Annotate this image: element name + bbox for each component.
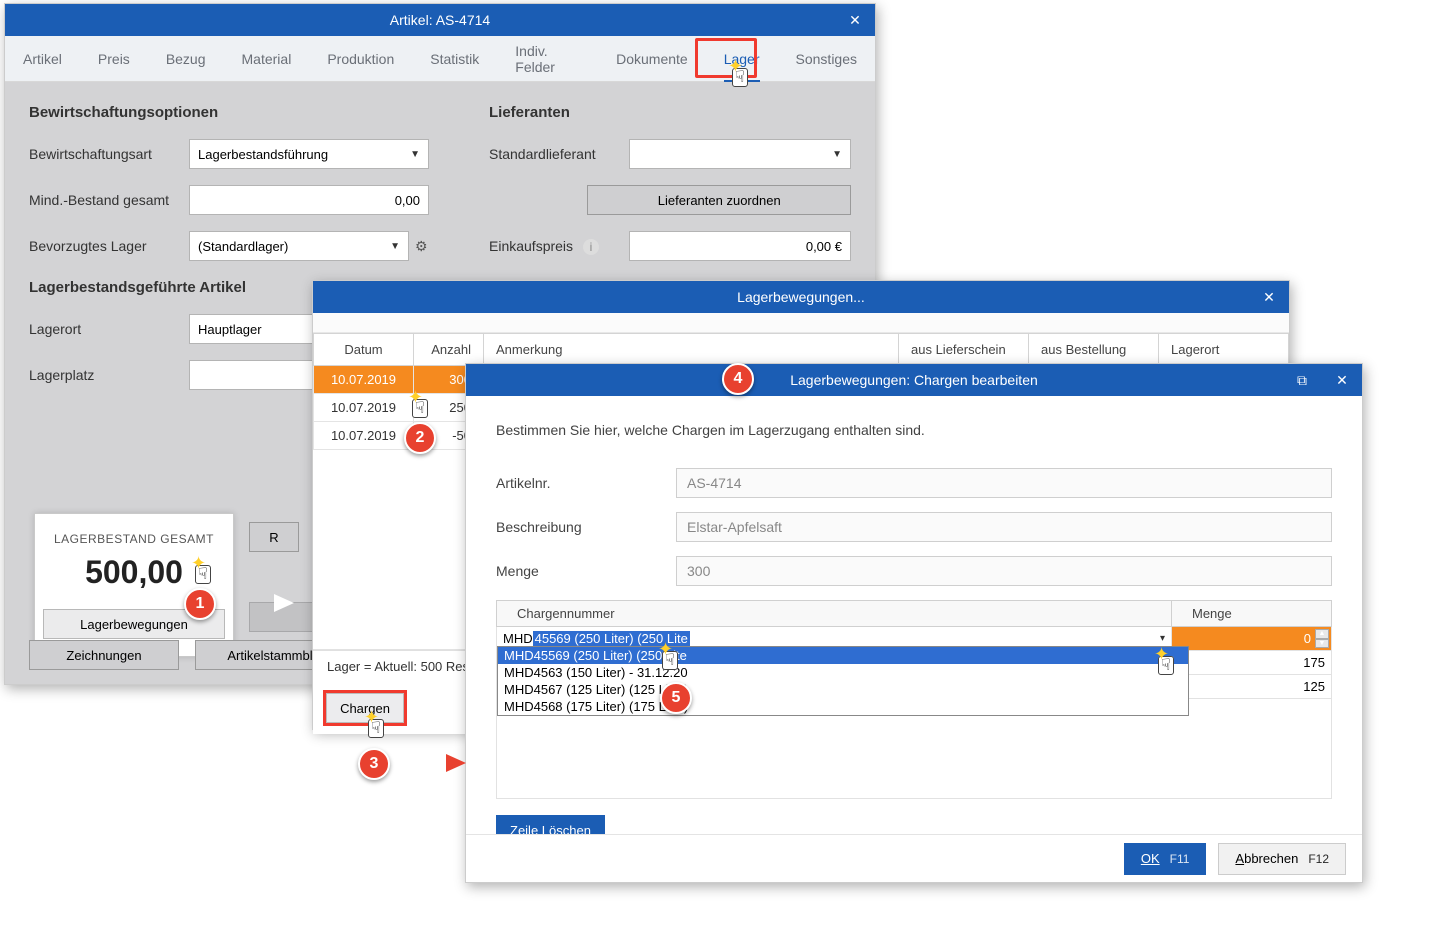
chevron-down-icon: ▼ [410, 149, 420, 160]
tab-indivfelder[interactable]: Indiv. Felder [497, 36, 598, 82]
label-bewirtschaftungsart: Bewirtschaftungsart [29, 146, 189, 162]
col-lieferschein[interactable]: aus Lieferschein [899, 334, 1029, 366]
dropdown-option[interactable]: MHD4567 (125 Liter) (125 Liter) [498, 681, 1188, 698]
chevron-down-icon: ▼ [832, 149, 842, 160]
field-artikelnr: AS-4714 [676, 468, 1332, 498]
popout-icon[interactable]: ⧉ [1282, 364, 1322, 396]
gear-icon[interactable]: ⚙ [415, 238, 428, 255]
annotation-1: 1 [184, 588, 216, 620]
value-ekpreis: 0,00 € [806, 239, 842, 254]
dropdown-option[interactable]: MHD4568 (175 Liter) (175 Liter) [498, 698, 1188, 715]
input-mindbestand[interactable]: 0,00 [189, 185, 429, 215]
lieferanten-zuordnen-button[interactable]: Lieferanten zuordnen [587, 185, 851, 215]
chargen-title: Lagerbewegungen: Chargen bearbeiten [790, 372, 1038, 388]
field-menge: 300 [676, 556, 1332, 586]
chargennummer-dropdown[interactable]: MHD45569 (250 Liter) (250 Lite MHD4563 (… [497, 646, 1189, 716]
info-icon[interactable]: i [583, 239, 599, 255]
spinner[interactable]: ▲▼ [1315, 629, 1329, 648]
label-bevlager: Bevorzugtes Lager [29, 238, 189, 254]
arrow-icon [396, 748, 466, 778]
annotation-4: 4 [722, 363, 754, 395]
cursor-icon [732, 62, 748, 88]
select-stdlieferant[interactable]: ▼ [629, 139, 851, 169]
input-ekpreis[interactable]: 0,00 € [629, 231, 851, 261]
tab-bezug[interactable]: Bezug [148, 36, 224, 82]
menge-cell[interactable]: 0 ▲▼ [1172, 627, 1332, 651]
reserve-button[interactable]: R [249, 522, 299, 552]
spinner-down-icon[interactable]: ▼ [1315, 639, 1329, 649]
chargen-footer: OK F11 Abbrechen F12 [466, 834, 1362, 882]
value-bevlager: (Standardlager) [198, 239, 288, 254]
cursor-icon [1158, 650, 1174, 676]
tab-artikel[interactable]: Artikel [5, 36, 80, 82]
chargen-titlebar: Lagerbewegungen: Chargen bearbeiten ⧉ ✕ [466, 364, 1362, 396]
arrow-icon [224, 588, 294, 618]
spinner-up-icon[interactable]: ▲ [1315, 629, 1329, 639]
select-bewirtschaftungsart[interactable]: Lagerbestandsführung ▼ [189, 139, 429, 169]
value-lagerort: Hauptlager [198, 322, 262, 337]
close-icon[interactable]: ✕ [1322, 364, 1362, 396]
dropdown-option[interactable]: MHD45569 (250 Liter) (250 Lite [498, 647, 1188, 664]
tab-sonstiges[interactable]: Sonstiges [778, 36, 875, 82]
close-icon[interactable]: ✕ [1249, 281, 1289, 313]
lagerbewegungen-titlebar: Lagerbewegungen... ✕ [313, 281, 1289, 313]
zeichnungen-button[interactable]: Zeichnungen [29, 640, 179, 670]
card-caption: LAGERBESTAND GESAMT [35, 532, 233, 546]
chargen-body: Bestimmen Sie hier, welche Chargen im La… [466, 396, 1362, 871]
label-lagerplatz: Lagerplatz [29, 367, 189, 383]
value-bewirtschaftungsart: Lagerbestandsführung [198, 147, 328, 162]
close-icon[interactable]: ✕ [835, 4, 875, 36]
tab-material[interactable]: Material [224, 36, 310, 82]
label-menge: Menge [496, 563, 676, 579]
chevron-down-icon: ▾ [1160, 633, 1165, 644]
field-beschreibung: Elstar-Apfelsaft [676, 512, 1332, 542]
chargennummer-combobox[interactable]: MHD45569 (250 Liter) (250 Lite ▾ [503, 631, 1165, 646]
section-lieferanten: Lieferanten [489, 104, 851, 121]
col-datum[interactable]: Datum [314, 334, 414, 366]
label-stdlieferant: Standardlieferant [489, 146, 629, 162]
label-mindbestand: Mind.-Bestand gesamt [29, 192, 189, 208]
tab-preis[interactable]: Preis [80, 36, 148, 82]
tab-produktion[interactable]: Produktion [309, 36, 412, 82]
cursor-icon [368, 713, 384, 739]
col-menge[interactable]: Menge [1172, 601, 1332, 627]
col-bestellung[interactable]: aus Bestellung [1029, 334, 1159, 366]
lagerbewegungen-title: Lagerbewegungen... [737, 289, 865, 305]
annotation-3: 3 [358, 748, 390, 780]
select-bevlager[interactable]: (Standardlager) ▼ [189, 231, 409, 261]
cursor-icon [662, 645, 678, 671]
label-artikelnr: Artikelnr. [496, 475, 676, 491]
tab-statistik[interactable]: Statistik [412, 36, 497, 82]
abbrechen-button[interactable]: Abbrechen F12 [1218, 843, 1346, 875]
label-beschreibung: Beschreibung [496, 519, 676, 535]
chevron-down-icon: ▼ [390, 241, 400, 252]
artikel-titlebar: Artikel: AS-4714 ✕ [5, 4, 875, 36]
section-bewirtschaftung: Bewirtschaftungsoptionen [29, 104, 429, 121]
annotation-2: 2 [404, 422, 436, 454]
col-chargennummer[interactable]: Chargennummer [497, 601, 1172, 627]
toolbar-area [313, 313, 1289, 333]
tab-dokumente[interactable]: Dokumente [598, 36, 706, 82]
artikel-title: Artikel: AS-4714 [390, 12, 490, 28]
chargen-description: Bestimmen Sie hier, welche Chargen im La… [496, 422, 1332, 438]
label-lagerort: Lagerort [29, 321, 189, 337]
cursor-icon [412, 393, 428, 419]
col-lagerort[interactable]: Lagerort [1159, 334, 1289, 366]
chargen-window: Lagerbewegungen: Chargen bearbeiten ⧉ ✕ … [465, 363, 1363, 883]
annotation-5: 5 [660, 682, 692, 714]
cursor-icon [195, 559, 211, 585]
dropdown-option[interactable]: MHD4563 (150 Liter) - 31.12.20 [498, 664, 1188, 681]
value-mindbestand: 0,00 [395, 193, 420, 208]
col-anzahl[interactable]: Anzahl [414, 334, 484, 366]
col-anmerkung[interactable]: Anmerkung [484, 334, 899, 366]
label-ekpreis: Einkaufspreis i [489, 238, 629, 255]
ok-button[interactable]: OK F11 [1124, 843, 1207, 875]
lagerbestand-card: LAGERBESTAND GESAMT 500,00 Lagerbewegung… [34, 513, 234, 657]
